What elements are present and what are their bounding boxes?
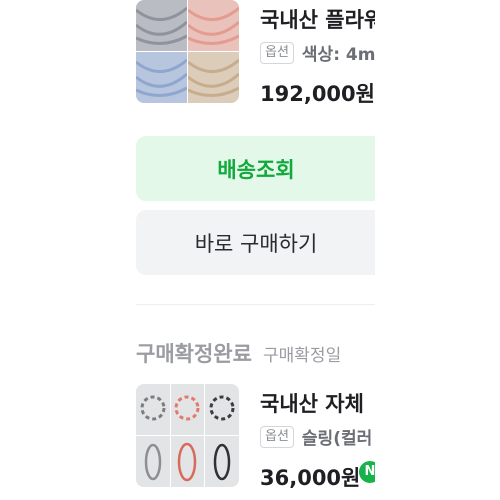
option-text: 슬링(컬러 [301,429,373,449]
product-thumbnail-sling[interactable] [136,384,239,487]
order-status: 구매확정완료 [136,342,252,366]
order-status-row: 구매확정완료 구매확정일 [136,338,341,368]
option-badge: 옵션 [260,41,294,64]
buy-now-button[interactable]: 바로 구매하기 [136,210,375,275]
product-thumbnail-fabric[interactable] [136,0,239,103]
product-price: 192,000원 [260,82,375,106]
product-price: 36,000원 [260,466,361,490]
naver-pay-icon: N [359,461,375,483]
order-content-viewport: 국내산 플라워 옵션 색상: 4m 192,000원 배송조회 바로 구매하기 … [0,0,375,500]
track-shipping-button[interactable]: 배송조회 [136,136,375,201]
option-row: 옵션 슬링(컬러 [260,424,372,449]
order-list: 국내산 플라워 옵션 색상: 4m 192,000원 배송조회 바로 구매하기 … [0,0,500,500]
product-title[interactable]: 국내산 자체 [260,388,364,418]
option-row: 옵션 색상: 4m [260,40,375,65]
order-status-date-label: 구매확정일 [263,346,342,366]
option-badge: 옵션 [260,425,294,448]
product-title[interactable]: 국내산 플라워 [260,4,375,34]
section-divider [136,304,375,305]
option-text: 색상: 4m [301,45,375,65]
